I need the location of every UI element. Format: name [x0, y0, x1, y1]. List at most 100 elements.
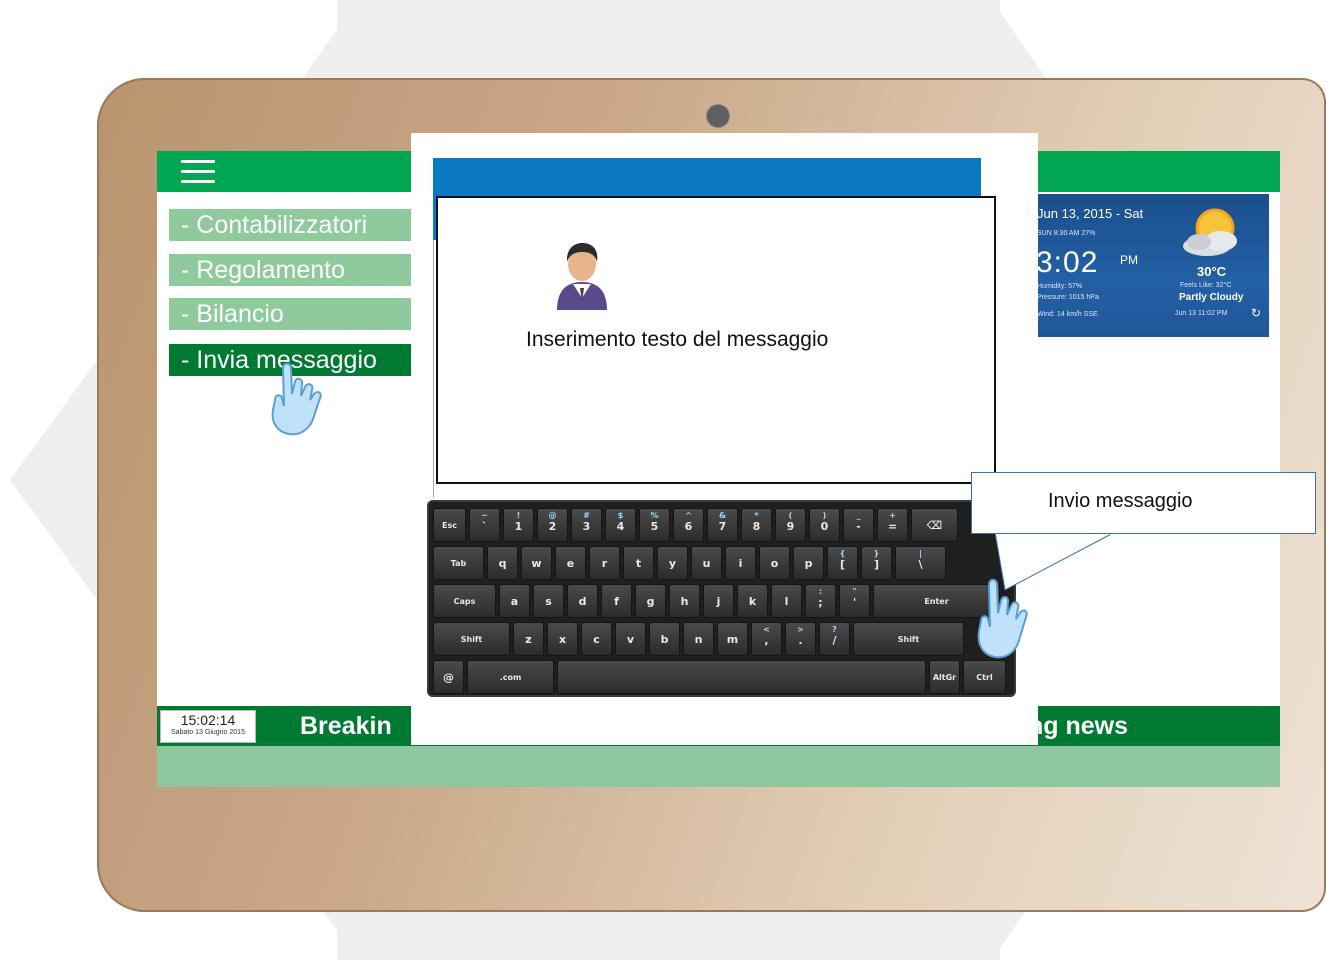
key-shift-label: %	[650, 511, 659, 520]
key-k[interactable]: k	[737, 584, 768, 618]
key-shift-label: #	[583, 511, 590, 520]
key-j[interactable]: j	[703, 584, 734, 618]
key-label: 5	[650, 520, 659, 533]
key-symbol[interactable]: ~ `	[469, 508, 500, 542]
key-label: u	[702, 557, 711, 570]
key-label: ]	[873, 558, 880, 571]
key-shift-label: @	[548, 511, 557, 520]
key-label: x	[558, 633, 567, 646]
key-ctrl[interactable]: Ctrl	[963, 660, 1006, 694]
key-esc[interactable]: Esc	[433, 508, 466, 542]
key-label: ;	[818, 596, 823, 609]
weather-feels-like: Feels Like: 32°C	[1180, 282, 1232, 289]
key-e[interactable]: e	[555, 546, 586, 580]
menu-item-label: - Bilancio	[181, 300, 284, 328]
key-x[interactable]: x	[547, 622, 578, 656]
key-b[interactable]: b	[649, 622, 680, 656]
key-symbol[interactable]: @	[433, 660, 464, 694]
key-g[interactable]: g	[635, 584, 666, 618]
key-tab[interactable]: Tab	[433, 546, 484, 580]
key-y[interactable]: y	[657, 546, 688, 580]
hamburger-menu-icon[interactable]	[181, 160, 215, 184]
key-t[interactable]: t	[623, 546, 654, 580]
key-label: Esc	[442, 521, 457, 530]
key-w[interactable]: w	[521, 546, 552, 580]
menu-item-label: - Contabilizzatori	[181, 211, 368, 239]
on-screen-keyboard: Esc ~ `! 1 @2 #3 $4% 5 ^ 6 & 7 * 8(9) 0 _ - + = ⌫ Tab q w e r t y u…	[427, 500, 1016, 697]
key-label: i	[738, 557, 743, 570]
key-l[interactable]: l	[771, 584, 802, 618]
key-z[interactable]: z	[513, 622, 544, 656]
key-shift[interactable]: Shift	[433, 622, 510, 656]
key-symbol[interactable]: :;	[805, 584, 836, 618]
key-a[interactable]: a	[499, 584, 530, 618]
key-shift-label: +	[889, 511, 896, 520]
key-label: `	[481, 520, 488, 533]
key-label: y	[668, 557, 677, 570]
key-i[interactable]: i	[725, 546, 756, 580]
key-com[interactable]: .com	[467, 660, 554, 694]
key-3[interactable]: #3	[571, 508, 602, 542]
callout-text: Invio messaggio	[1048, 490, 1193, 512]
tap-hand-icon	[977, 578, 1028, 659]
key-2[interactable]: @2	[537, 508, 568, 542]
key-label: 4	[616, 520, 625, 533]
key-altgr[interactable]: AltGr	[929, 660, 960, 694]
key-v[interactable]: v	[615, 622, 646, 656]
key-shift-label: <	[763, 625, 770, 634]
key-label: 2	[548, 520, 557, 533]
key-caps[interactable]: Caps	[433, 584, 496, 618]
key-p[interactable]: p	[793, 546, 824, 580]
key-shift-label: |	[919, 549, 922, 558]
key-label: k	[748, 595, 757, 608]
key-label: m	[726, 633, 739, 646]
key-u[interactable]: u	[691, 546, 722, 580]
key-shift[interactable]: Shift	[853, 622, 964, 656]
key-d[interactable]: d	[567, 584, 598, 618]
key-7[interactable]: & 7	[707, 508, 738, 542]
key-4[interactable]: $4	[605, 508, 636, 542]
key-9[interactable]: (9	[775, 508, 806, 542]
key-h[interactable]: h	[669, 584, 700, 618]
key-symbol[interactable]: + =	[877, 508, 908, 542]
key-shift-label: &	[719, 511, 726, 520]
key-symbol[interactable]: ⌫	[911, 508, 958, 542]
key-0[interactable]: ) 0	[809, 508, 840, 542]
key-1[interactable]: ! 1	[503, 508, 534, 542]
key-shift-label: ~	[481, 511, 488, 520]
key-label: AltGr	[932, 673, 957, 682]
key-5[interactable]: % 5	[639, 508, 670, 542]
key-o[interactable]: o	[759, 546, 790, 580]
key-symbol[interactable]: <,	[751, 622, 782, 656]
key-6[interactable]: ^ 6	[673, 508, 704, 542]
key-symbol[interactable]: " '	[839, 584, 870, 618]
key-symbol[interactable]: _ -	[843, 508, 874, 542]
key-symbol[interactable]: }]	[861, 546, 892, 580]
camera-icon	[706, 104, 730, 128]
key-8[interactable]: * 8	[741, 508, 772, 542]
clock-time: 15:02:14	[180, 712, 236, 728]
key-q[interactable]: q	[487, 546, 518, 580]
key-c[interactable]: c	[581, 622, 612, 656]
key-label: s	[545, 595, 552, 608]
key-r[interactable]: r	[589, 546, 620, 580]
news-ticker-text-left: Breakin	[300, 712, 392, 740]
key-label: v	[626, 633, 635, 646]
key-label: n	[694, 633, 703, 646]
key-space[interactable]	[557, 660, 926, 694]
key-n[interactable]: n	[683, 622, 714, 656]
key-symbol[interactable]: >.	[785, 622, 816, 656]
key-symbol[interactable]: {[	[827, 546, 858, 580]
key-s[interactable]: s	[533, 584, 564, 618]
key-label: /	[832, 634, 837, 647]
key-label: j	[716, 595, 721, 608]
key-f[interactable]: f	[601, 584, 632, 618]
key-label: @	[443, 671, 454, 684]
key-symbol[interactable]: | \	[895, 546, 946, 580]
key-label: o	[770, 557, 779, 570]
key-m[interactable]: m	[717, 622, 748, 656]
key-label: t	[635, 557, 642, 570]
key-symbol[interactable]: ? /	[819, 622, 850, 656]
refresh-icon[interactable]: ↻	[1251, 306, 1261, 320]
key-label: Caps	[453, 597, 476, 606]
